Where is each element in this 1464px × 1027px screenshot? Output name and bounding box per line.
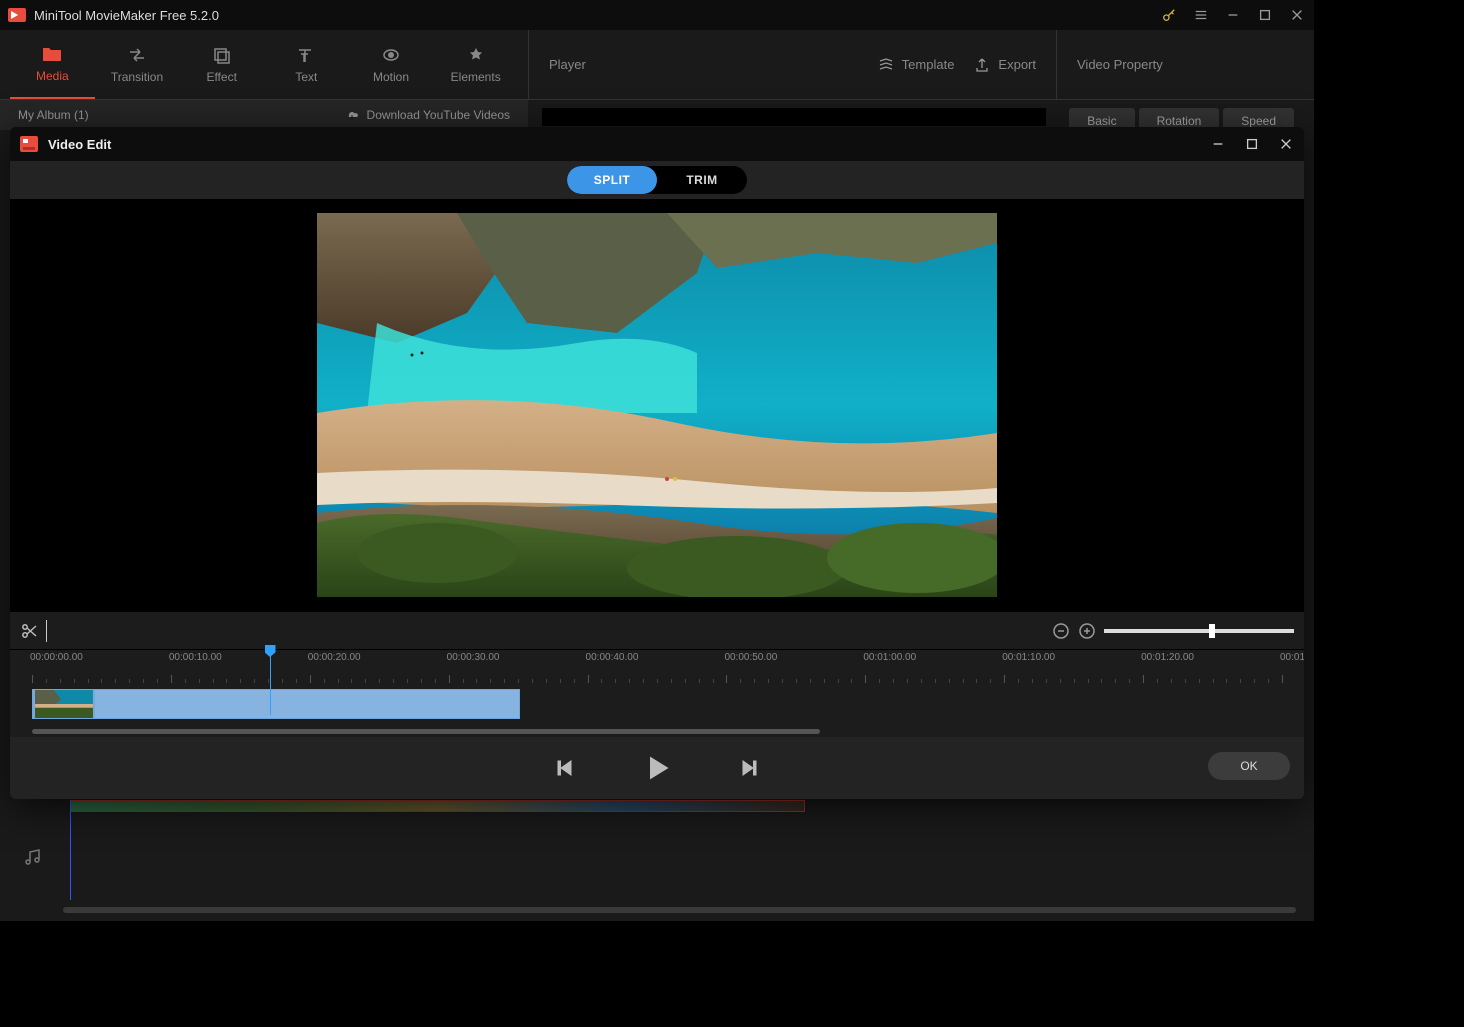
zoom-slider-thumb[interactable]	[1209, 624, 1215, 638]
tab-label: Text	[295, 70, 317, 84]
minimize-button[interactable]	[1224, 6, 1242, 24]
timeline-toolbar	[10, 611, 1304, 649]
tab-label: Elements	[451, 70, 501, 84]
timeline-scrollbar-thumb[interactable]	[32, 729, 820, 734]
split-trim-segment: SPLIT TRIM	[567, 166, 747, 194]
ruler-label: 00:00:40.00	[586, 652, 639, 663]
top-toolbar: Media Transition Effect Text Motion Elem…	[0, 30, 1314, 100]
modal-logo-icon	[20, 136, 38, 152]
elements-icon	[466, 46, 486, 64]
album-label: My Album (1)	[18, 108, 89, 122]
timeline-ruler[interactable]: 00:00:00.00 00:00:10.00 00:00:20.00 00:00:3…	[10, 649, 1304, 683]
app-logo-icon	[8, 8, 26, 22]
text-cursor	[46, 620, 47, 642]
album-bar: My Album (1) Download YouTube Videos	[0, 100, 528, 130]
tab-label: Media	[36, 69, 69, 83]
background-playhead[interactable]	[70, 800, 71, 900]
cloud-download-icon	[345, 108, 359, 122]
scissors-icon[interactable]	[20, 622, 38, 640]
music-track-icon	[24, 848, 42, 866]
segment-control-bar: SPLIT TRIM	[10, 161, 1304, 199]
ruler-label: 00:01	[1280, 652, 1304, 663]
tab-elements[interactable]: Elements	[433, 30, 518, 99]
export-button[interactable]: Export	[974, 57, 1036, 73]
video-clip[interactable]	[32, 689, 520, 719]
tab-transition[interactable]: Transition	[95, 30, 180, 99]
segment-trim[interactable]: TRIM	[657, 166, 747, 194]
modal-title: Video Edit	[48, 137, 1210, 152]
main-window: MiniTool MovieMaker Free 5.2.0 Media Tra…	[0, 0, 1314, 921]
ok-button[interactable]: OK	[1208, 752, 1290, 780]
tab-label: Motion	[373, 70, 409, 84]
menu-icon[interactable]	[1192, 6, 1210, 24]
effect-icon	[212, 46, 232, 64]
folder-icon	[42, 45, 62, 63]
play-button[interactable]	[642, 753, 672, 783]
tab-label: Transition	[111, 70, 163, 84]
top-right-panel: Video Property	[1057, 30, 1314, 99]
ruler-label: 00:00:10.00	[169, 652, 222, 663]
download-youtube-button[interactable]: Download YouTube Videos	[345, 108, 510, 122]
tab-effect[interactable]: Effect	[179, 30, 264, 99]
tab-media[interactable]: Media	[10, 30, 95, 99]
tab-label: Effect	[206, 70, 236, 84]
key-icon[interactable]	[1160, 6, 1178, 24]
timeline-playhead[interactable]	[270, 651, 271, 715]
modal-minimize-button[interactable]	[1210, 136, 1226, 152]
close-button[interactable]	[1288, 6, 1306, 24]
top-center-panel: Player Template Export	[528, 30, 1057, 99]
modal-maximize-button[interactable]	[1244, 136, 1260, 152]
tab-text[interactable]: Text	[264, 30, 349, 99]
template-button[interactable]: Template	[878, 57, 955, 73]
transition-icon	[127, 46, 147, 64]
tab-motion[interactable]: Motion	[349, 30, 434, 99]
timeline-track[interactable]	[10, 683, 1304, 727]
template-icon	[878, 57, 894, 73]
motion-icon	[381, 46, 401, 64]
modal-footer: OK	[10, 737, 1304, 799]
timeline-scrollbar-track[interactable]	[10, 727, 1304, 737]
segment-split[interactable]: SPLIT	[567, 166, 657, 194]
ruler-label: 00:01:00.00	[863, 652, 916, 663]
template-label: Template	[902, 57, 955, 72]
app-titlebar: MiniTool MovieMaker Free 5.2.0	[0, 0, 1314, 30]
preview-area	[10, 199, 1304, 611]
ruler-label: 00:00:30.00	[447, 652, 500, 663]
export-icon	[974, 57, 990, 73]
text-icon	[296, 46, 316, 64]
background-scrollbar[interactable]	[63, 907, 1296, 913]
ruler-label: 00:01:20.00	[1141, 652, 1194, 663]
preview-placeholder	[542, 108, 1046, 126]
background-timeline-clip[interactable]	[70, 800, 805, 812]
app-title: MiniTool MovieMaker Free 5.2.0	[34, 8, 1160, 23]
clip-thumbnail	[33, 690, 95, 718]
ruler-label: 00:00:50.00	[724, 652, 777, 663]
modal-close-button[interactable]	[1278, 136, 1294, 152]
step-forward-button[interactable]	[734, 753, 764, 783]
modal-titlebar: Video Edit	[10, 127, 1304, 161]
zoom-slider[interactable]	[1104, 629, 1294, 633]
ruler-label: 00:00:20.00	[308, 652, 361, 663]
player-label: Player	[549, 57, 586, 72]
zoom-out-button[interactable]	[1052, 622, 1070, 640]
video-edit-modal: Video Edit SPLIT TRIM	[10, 127, 1304, 799]
step-back-button[interactable]	[550, 753, 580, 783]
clip-body	[95, 690, 519, 718]
ruler-label: 00:01:10.00	[1002, 652, 1055, 663]
export-label: Export	[998, 57, 1036, 72]
ruler-label: 00:00:00.00	[30, 652, 83, 663]
maximize-button[interactable]	[1256, 6, 1274, 24]
video-preview-frame	[317, 213, 997, 597]
video-property-label: Video Property	[1077, 57, 1163, 72]
download-label: Download YouTube Videos	[367, 108, 510, 122]
zoom-in-button[interactable]	[1078, 622, 1096, 640]
